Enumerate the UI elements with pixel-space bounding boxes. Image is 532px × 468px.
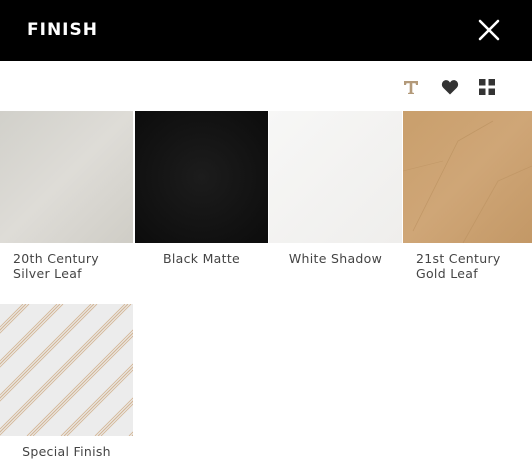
grid-icon: [479, 79, 495, 95]
finish-label: 21st Century Gold Leaf: [416, 251, 501, 281]
finish-swatch: [0, 111, 133, 243]
finish-swatch: [402, 111, 532, 244]
finish-label: Special Finish: [22, 444, 111, 459]
heart-icon: [441, 80, 459, 95]
view-toolbar: [0, 61, 532, 111]
finish-label: White Shadow: [288, 251, 383, 266]
favorites-button[interactable]: [440, 77, 460, 97]
finish-swatch: [0, 304, 133, 436]
header-bar: FINISH: [0, 0, 532, 61]
close-button[interactable]: [477, 18, 501, 42]
finish-label: Black Matte: [162, 251, 241, 266]
page-title: FINISH: [27, 20, 98, 40]
text-icon: [404, 81, 418, 94]
text-view-button[interactable]: [401, 77, 421, 97]
finish-swatch: [135, 111, 268, 243]
finish-label: 20th Century Silver Leaf: [13, 251, 100, 281]
finish-swatch: [269, 111, 402, 243]
close-icon: [478, 19, 500, 41]
grid-view-button[interactable]: [477, 77, 497, 97]
